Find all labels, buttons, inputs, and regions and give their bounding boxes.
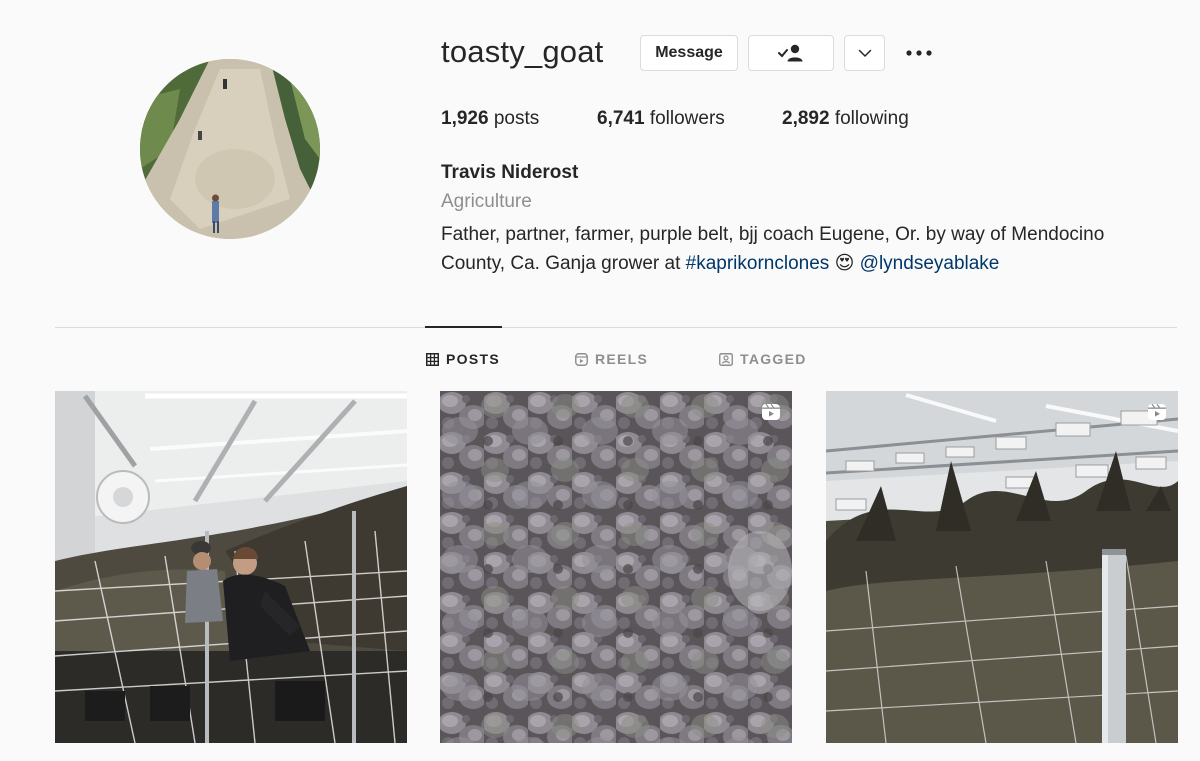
bio-mention-link[interactable]: @lyndseyablake <box>860 253 1000 274</box>
post-thumbnail-3[interactable] <box>826 391 1178 743</box>
profile-page: toasty_goat Message 1,926 posts 6,741 fo… <box>0 0 1200 761</box>
following-button[interactable] <box>748 35 834 71</box>
followers-label: followers <box>649 108 725 129</box>
posts-label: posts <box>493 108 540 129</box>
more-options-icon[interactable] <box>904 44 934 62</box>
post-image-plants <box>826 391 1178 743</box>
tagged-icon <box>719 352 733 366</box>
profile-avatar[interactable] <box>140 59 320 239</box>
grid-icon <box>426 352 439 366</box>
following-stat[interactable]: 2,892 following <box>782 108 909 130</box>
user-check-icon <box>778 44 803 62</box>
profile-category: Agriculture <box>441 191 532 212</box>
profile-full-name: Travis Niderost <box>441 162 579 183</box>
tab-posts-label: POSTS <box>446 351 500 367</box>
post-thumbnail-1[interactable] <box>55 391 407 743</box>
tabs-divider <box>55 327 1177 328</box>
tab-tagged-label: TAGGED <box>740 351 807 367</box>
reels-icon <box>575 352 588 366</box>
active-tab-indicator <box>425 326 502 328</box>
profile-username: toasty_goat <box>441 34 604 69</box>
profile-bio: Father, partner, farmer, purple belt, bj… <box>441 220 1171 278</box>
following-count: 2,892 <box>782 108 830 129</box>
tab-posts[interactable]: POSTS <box>426 351 500 367</box>
message-button[interactable]: Message <box>640 35 738 71</box>
avatar-image <box>140 59 320 239</box>
posts-count: 1,926 <box>441 108 489 129</box>
bio-hashtag-link[interactable]: #kaprikornclones <box>686 253 830 274</box>
heart-eyes-emoji: 😍 <box>834 253 855 274</box>
reel-badge-icon <box>762 403 780 420</box>
tab-reels-label: REELS <box>595 351 649 367</box>
post-image-grow-room <box>55 391 407 743</box>
following-label: following <box>834 108 909 129</box>
post-thumbnail-2[interactable] <box>440 391 792 743</box>
reel-badge-icon <box>1148 403 1166 420</box>
tab-reels[interactable]: REELS <box>575 351 648 367</box>
tab-tagged[interactable]: TAGGED <box>719 351 807 367</box>
followers-stat[interactable]: 6,741 followers <box>597 108 725 130</box>
suggested-accounts-button[interactable] <box>844 35 885 71</box>
post-image-buds <box>440 391 792 743</box>
chevron-down-icon <box>858 49 871 57</box>
followers-count: 6,741 <box>597 108 645 129</box>
posts-stat: 1,926 posts <box>441 108 539 130</box>
